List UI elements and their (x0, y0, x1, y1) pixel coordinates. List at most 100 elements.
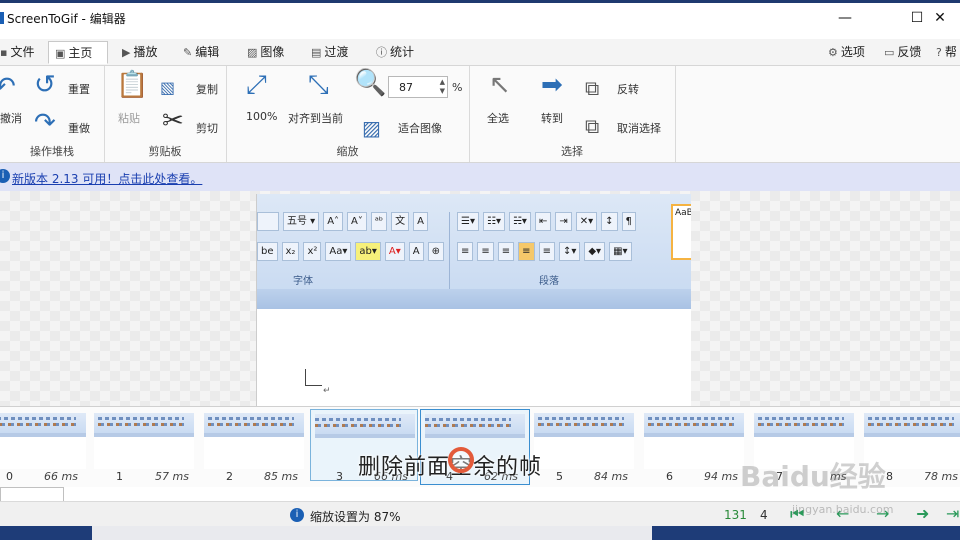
pointer-icon[interactable]: ↖ (489, 70, 511, 100)
baidu-watermark: Baidu经验 (740, 460, 886, 493)
help-icon: ? (936, 46, 942, 59)
editor-window: ScreenToGif - 编辑器 — ☐ ✕ ▪ 文件 ▣ 主页 ▶ 播放 ✎ 编辑 … (0, 3, 960, 526)
taskbar (0, 526, 960, 540)
deselect-icon[interactable]: ⧉ (585, 114, 599, 138)
taskbar-window-strip (92, 526, 652, 540)
feedback-menu[interactable]: ▭ 反馈 (884, 41, 921, 63)
click-indicator (448, 447, 474, 473)
ribbon-tabs: ▪ 文件 ▣ 主页 ▶ 播放 ✎ 编辑 ▨ 图像 ▤ 过渡 ⓘ 统计 ⚙ 选项 ▭ 反馈 ? 帮 (0, 39, 960, 65)
word-ribbon-edge (257, 289, 691, 309)
go-to-button[interactable]: 转到 (541, 110, 563, 126)
minimize-button[interactable]: — (822, 3, 868, 33)
highlight-icon: ab▾ (355, 241, 381, 261)
group-zoom: ⤢ 100% ⤡ 对齐到当前 🔍 87 ▲ ▼ % ▨ 适合图像 缩放 (226, 66, 470, 162)
borders-icon: ▦▾ (609, 241, 632, 261)
fit-align-button[interactable]: 对齐到当前 (288, 110, 343, 126)
tab-file[interactable]: ▪ 文件 (0, 41, 34, 63)
tab-home[interactable]: ▣ 主页 (48, 41, 108, 64)
frame-thumb-0[interactable] (0, 413, 86, 469)
fit-image-icon[interactable]: ▨ (362, 116, 381, 140)
select-all-button[interactable]: 全选 (487, 110, 509, 126)
info-icon: i (0, 169, 10, 183)
update-link[interactable]: 新版本 2.13 可用！点击此处查看。 (12, 170, 202, 187)
cut-icon[interactable]: ✂ (162, 106, 184, 136)
undo-icon[interactable]: ↶ (0, 72, 16, 102)
copy-icon[interactable]: ▧ (160, 78, 175, 97)
numbering-icon: ☷▾ (482, 211, 505, 231)
end-frame-icon[interactable]: ⇥ (946, 504, 959, 523)
tab-transition[interactable]: ▤ 过渡 (311, 41, 348, 63)
feedback-icon: ▭ (884, 46, 895, 59)
magnifier-icon: 🔍 (354, 68, 387, 98)
copy-button[interactable]: 复制 (196, 81, 218, 97)
frame-thumb-5[interactable] (534, 413, 634, 469)
frame-index: 3 (336, 470, 343, 483)
tab-play[interactable]: ▶ 播放 (122, 41, 157, 63)
frame-delay: 84 ms (594, 470, 628, 483)
zoom-spinner[interactable]: ▲ ▼ (440, 78, 445, 96)
info-icon: ⓘ (376, 46, 387, 59)
frame-thumb-1[interactable] (94, 413, 194, 469)
frame-delay: 78 ms (924, 470, 958, 483)
help-menu[interactable]: ? 帮 (936, 41, 957, 63)
fit-image-button[interactable]: 适合图像 (398, 120, 442, 136)
paste-button[interactable]: 粘贴 (118, 110, 140, 126)
shading-icon: ◆▾ (584, 241, 606, 261)
fit-align-icon[interactable]: ⤡ (308, 70, 329, 101)
bullets-icon: ☰▾ (457, 211, 479, 231)
close-button[interactable]: ✕ (920, 3, 960, 33)
pencil-icon: ✎ (183, 46, 193, 59)
gear-icon: ⚙ (828, 46, 838, 59)
undo-button[interactable]: 撤消 (0, 110, 22, 126)
sort-icon: ↕ (601, 211, 618, 231)
redo-button[interactable]: 重做 (68, 120, 90, 136)
zoom-unit: % (452, 81, 463, 94)
update-notice: i 新版本 2.13 可用！点击此处查看。 (0, 163, 960, 191)
frame-canvas: 五号 ▾ A˄ A˅ ᵃᵇ 文 A be x₂ x² Aa▾ ab▾ A▾ A … (0, 191, 960, 406)
current-frame: 4 (760, 508, 768, 522)
options-menu[interactable]: ⚙ 选项 (828, 41, 865, 63)
group-label-zoom: 缩放 (336, 145, 359, 158)
tab-edit[interactable]: ✎ 编辑 (183, 41, 219, 63)
frame-delay: 85 ms (264, 470, 298, 483)
deselect-button[interactable]: 取消选择 (617, 120, 661, 136)
invert-icon[interactable]: ⧉ (585, 76, 599, 100)
align-center-icon: ≡ (477, 241, 494, 261)
reset-icon[interactable]: ↺ (34, 70, 56, 100)
paragraph-mark: ↵ (323, 386, 331, 396)
cut-button[interactable]: 剪切 (196, 120, 218, 136)
tab-image[interactable]: ▨ 图像 (247, 41, 284, 63)
char-border-icon: A (413, 211, 428, 231)
zoom-input[interactable]: 87 ▲ ▼ (388, 76, 448, 98)
zoom-100-button[interactable]: 100% (246, 110, 277, 123)
multilevel-icon: ☵▾ (508, 211, 531, 231)
paste-icon[interactable]: 📋 (116, 70, 148, 100)
superscript-icon: x² (303, 241, 322, 261)
paragraph-group-label: 段落 (539, 276, 559, 287)
font-name-box (257, 211, 279, 231)
group-label-history: 操作堆栈 (30, 145, 74, 158)
group-separator (449, 212, 450, 290)
last-frame-icon[interactable]: ➜ (916, 504, 929, 523)
font-row-1: 五号 ▾ A˄ A˅ ᵃᵇ 文 A (257, 210, 428, 232)
group-history: ↶ 撤消 ↺ 重置 ↷ 重做 操作堆栈 (0, 66, 105, 162)
char-shading-icon: A (408, 241, 424, 261)
zoom-100-icon[interactable]: ⤢ (246, 70, 267, 101)
reset-button[interactable]: 重置 (68, 81, 90, 97)
redo-icon[interactable]: ↷ (34, 108, 56, 138)
title-bar: ScreenToGif - 编辑器 — ☐ ✕ (0, 3, 960, 33)
tab-statistics[interactable]: ⓘ 统计 (376, 41, 414, 63)
info-icon: i (290, 508, 304, 522)
frame-count: 131 (724, 508, 747, 522)
frame-thumb-6[interactable] (644, 413, 744, 469)
frame-index: 8 (886, 470, 893, 483)
frame-thumb-2[interactable] (204, 413, 304, 469)
outdent-icon: ⇤ (534, 211, 552, 231)
invert-button[interactable]: 反转 (617, 81, 639, 97)
phonetic-icon: 文 (391, 211, 410, 231)
go-to-icon[interactable]: ➡ (541, 70, 563, 100)
page-corner-mark (305, 369, 322, 386)
subscript-icon: x₂ (281, 241, 300, 261)
indent-icon: ⇥ (555, 211, 572, 231)
window-title: ScreenToGif - 编辑器 (7, 12, 126, 26)
